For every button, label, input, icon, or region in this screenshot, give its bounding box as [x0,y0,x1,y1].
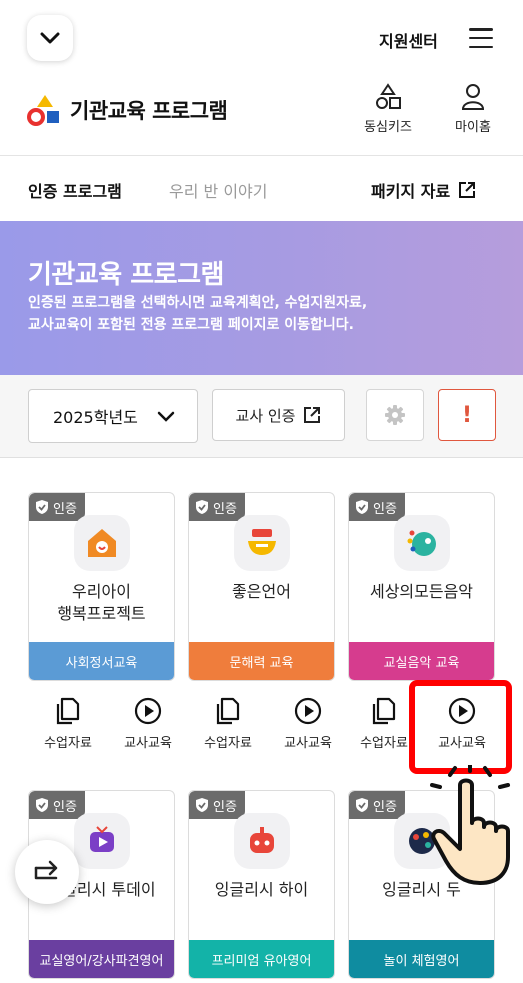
program-category: 놀이 체험영어 [349,940,494,978]
program-category: 교실영어/강사파견영어 [29,940,174,978]
shield-check-icon [196,798,208,812]
play-circle-icon [134,697,162,725]
banner-description: 인증된 프로그램을 선택하시면 교육계획안, 수업지원자료, 교사교육이 포함된… [28,292,498,336]
chevron-down-icon [40,32,60,44]
brand-bar: 기관교육 프로그램 동심키즈 마이홈 [0,78,523,156]
program-category: 교실음악 교육 [349,642,494,680]
tv-play-icon [74,813,130,869]
tab-bar: 인증 프로그램 우리 반 이야기 패키지 자료 [0,157,523,221]
banner-line-1: 인증된 프로그램을 선택하시면 교육계획안, 수업지원자료, [28,295,368,311]
certified-badge: 인증 [29,791,85,819]
action-label: 수업자료 [44,736,92,751]
highlight-box [409,680,512,774]
play-circle-icon [294,697,322,725]
shield-check-icon [36,798,48,812]
shield-check-icon [36,500,48,514]
external-link-icon [304,407,321,423]
alert-button[interactable]: ! [438,389,496,441]
nav-dongsim-kids[interactable]: 동심키즈 [353,82,423,135]
tab-class-story[interactable]: 우리 반 이야기 [169,178,268,202]
certified-badge: 인증 [349,493,405,521]
certified-badge: 인증 [29,493,85,521]
program-category: 문해력 교육 [189,642,334,680]
music-face-icon [394,515,450,571]
nav-label: 마이홈 [455,120,491,135]
badge-label: 인증 [373,799,397,815]
action-label: 교사교육 [124,736,172,751]
badge-label: 인증 [373,501,397,517]
chevron-down-icon [157,411,175,422]
support-center-link[interactable]: 지원센터 [379,28,438,52]
copy-document-icon [372,697,396,725]
class-material-button[interactable]: 수업자료 [28,697,108,751]
copy-document-icon [56,697,80,725]
teacher-education-button[interactable]: 교사교육 [108,697,188,751]
card-actions: 수업자료 교사교육 [28,697,188,751]
program-card[interactable]: 인증 세상의모든음악 교실음악 교육 [348,492,495,681]
share-button[interactable] [15,840,79,904]
program-card[interactable]: 인증 잉글리시 하이 프리미엄 유아영어 [188,790,335,979]
speech-bowl-icon [234,515,290,571]
tab-package-material[interactable]: 패키지 자료 [371,178,476,202]
copy-document-icon [216,697,240,725]
action-label: 교사교육 [284,736,332,751]
user-icon [461,84,485,110]
teacher-education-button[interactable]: 교사교육 [268,697,348,751]
hero-banner: 기관교육 프로그램 인증된 프로그램을 선택하시면 교육계획안, 수업지원자료,… [0,221,523,375]
year-value: 2025학년도 [53,408,138,427]
settings-button[interactable] [366,389,424,441]
program-name: 우리아이 [72,582,131,601]
program-card[interactable]: 인증 우리아이 행복프로젝트 사회정서교육 [28,492,175,681]
swap-arrow-icon [34,860,58,880]
controls-bar: 2025학년도 교사 인증 ! [0,375,523,458]
happy-house-icon [74,515,130,571]
program-category: 사회정서교육 [29,642,174,680]
program-name: 세상의모든음악 [369,582,474,601]
tab-package-label: 패키지 자료 [371,182,451,201]
certified-badge: 인증 [189,791,245,819]
teacher-auth-label: 교사 인증 [235,406,296,425]
badge-label: 인증 [53,501,77,517]
nav-label: 동심키즈 [364,120,412,135]
badge-label: 인증 [213,501,237,517]
badge-label: 인증 [53,799,77,815]
shield-check-icon [356,500,368,514]
robot-face-icon [234,813,290,869]
gear-icon [385,405,405,425]
menu-icon[interactable] [469,28,493,48]
program-name-line2: 행복프로젝트 [57,604,146,623]
teacher-auth-button[interactable]: 교사 인증 [212,389,345,441]
chevron-down-button[interactable] [27,15,73,61]
action-label: 수업자료 [204,736,252,751]
nav-my-home[interactable]: 마이홈 [438,82,508,135]
shapes-icon [376,83,401,109]
external-link-icon [459,182,476,198]
year-select[interactable]: 2025학년도 [28,389,198,443]
banner-line-2: 교사교육이 포함된 전용 프로그램 페이지로 이동합니다. [28,317,354,333]
top-bar: 지원센터 [0,0,523,78]
card-actions: 수업자료 교사교육 [188,697,348,751]
brand-title[interactable]: 기관교육 프로그램 [70,95,228,125]
program-name: 잉글리시 하이 [214,880,309,899]
certified-badge: 인증 [189,493,245,521]
badge-label: 인증 [213,799,237,815]
program-name: 좋은언어 [232,582,291,601]
logo-icon[interactable] [27,92,63,128]
shield-check-icon [356,798,368,812]
action-label: 수업자료 [360,736,408,751]
certified-badge: 인증 [349,791,405,819]
pointing-hand-icon [430,765,510,885]
shield-check-icon [196,500,208,514]
class-material-button[interactable]: 수업자료 [188,697,268,751]
program-category: 프리미엄 유아영어 [189,940,334,978]
tab-certified-program[interactable]: 인증 프로그램 [28,178,122,202]
banner-title: 기관교육 프로그램 [28,260,224,290]
program-card[interactable]: 인증 좋은언어 문해력 교육 [188,492,335,681]
